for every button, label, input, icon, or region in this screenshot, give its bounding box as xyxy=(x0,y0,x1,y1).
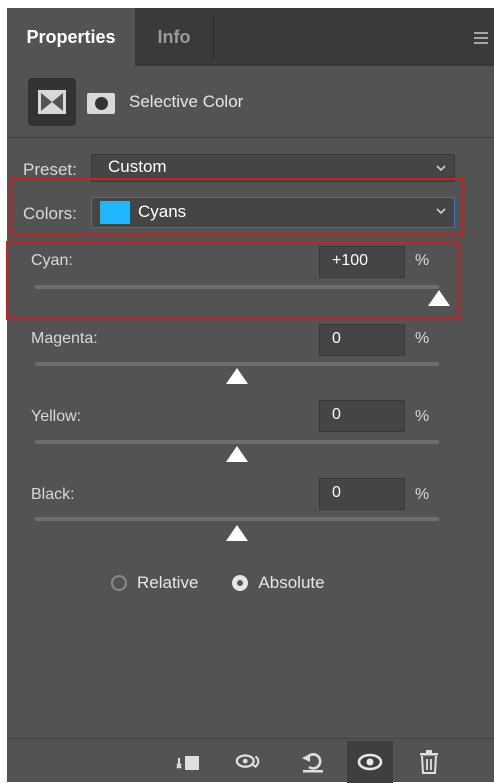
yellow-slider-track[interactable] xyxy=(35,440,439,444)
tab-properties-label: Properties xyxy=(26,26,116,47)
color-swatch xyxy=(100,201,130,224)
chevron-down-icon xyxy=(436,165,446,172)
clip-to-layer-icon[interactable] xyxy=(175,749,203,775)
panel-menu-icon[interactable] xyxy=(474,32,488,44)
cyan-value-field[interactable]: +100 xyxy=(319,246,405,278)
relative-radio[interactable] xyxy=(111,575,127,591)
magenta-slider-track[interactable] xyxy=(35,362,439,366)
colors-value: Cyans xyxy=(138,202,187,221)
tab-bar: Properties Info xyxy=(7,8,494,66)
relative-option[interactable]: Relative xyxy=(111,573,198,593)
yellow-unit: % xyxy=(415,408,430,425)
black-value: 0 xyxy=(332,484,341,501)
visibility-icon[interactable] xyxy=(347,741,393,783)
mask-icon[interactable] xyxy=(87,93,115,114)
preset-value: Custom xyxy=(108,157,167,176)
chevron-down-icon xyxy=(436,208,446,215)
cyan-slider-track[interactable] xyxy=(35,285,439,289)
magenta-unit: % xyxy=(415,330,430,347)
tab-info[interactable]: Info xyxy=(135,8,213,66)
footer-toolbar xyxy=(7,738,494,783)
cyan-label: Cyan: xyxy=(31,252,73,269)
method-radio-group: Relative Absolute xyxy=(111,571,325,595)
absolute-radio[interactable] xyxy=(232,575,249,591)
magenta-value-field[interactable]: 0 xyxy=(319,324,405,356)
preset-label: Preset: xyxy=(23,160,77,179)
cyan-unit: % xyxy=(415,252,430,269)
colors-label: Colors: xyxy=(23,204,77,223)
cyan-value: +100 xyxy=(332,252,369,269)
colors-dropdown[interactable]: Cyans xyxy=(91,197,455,228)
tab-properties[interactable]: Properties xyxy=(7,8,135,66)
black-unit: % xyxy=(415,486,430,503)
adjustment-layer-icon[interactable] xyxy=(28,78,76,126)
yellow-value: 0 xyxy=(332,406,341,423)
adjustment-header: Selective Color xyxy=(7,66,494,138)
magenta-value: 0 xyxy=(332,330,341,347)
black-value-field[interactable]: 0 xyxy=(319,478,405,510)
delete-icon[interactable] xyxy=(415,749,443,775)
black-slider-track[interactable] xyxy=(35,517,439,521)
black-label: Black: xyxy=(31,486,75,503)
yellow-label: Yellow: xyxy=(31,408,82,425)
yellow-value-field[interactable]: 0 xyxy=(319,400,405,432)
tab-info-label: Info xyxy=(157,26,191,47)
absolute-option[interactable]: Absolute xyxy=(232,573,325,593)
absolute-label: Absolute xyxy=(258,573,325,592)
tab-divider xyxy=(213,16,214,58)
adjustment-title: Selective Color xyxy=(129,92,244,111)
magenta-label: Magenta: xyxy=(31,330,98,347)
properties-panel: Properties Info Selective Color Preset: … xyxy=(6,8,494,783)
view-previous-state-icon[interactable] xyxy=(235,749,263,775)
relative-label: Relative xyxy=(137,573,199,592)
reset-icon[interactable] xyxy=(299,749,327,775)
